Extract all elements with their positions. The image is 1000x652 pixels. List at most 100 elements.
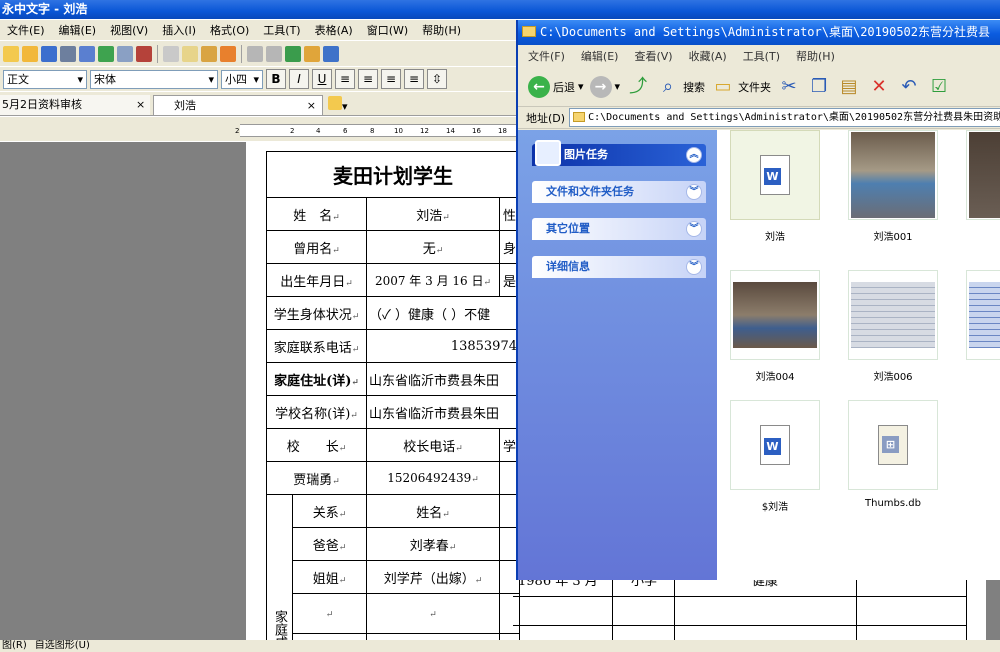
birth-label[interactable]: 出生年月日	[266, 263, 367, 297]
member-relation[interactable]: 姐姐	[292, 560, 367, 594]
member-name[interactable]: 刘学芹（出嫁）	[366, 560, 500, 594]
menu-table[interactable]: 表格(A)	[308, 22, 360, 38]
align-right-icon[interactable]: ≡	[381, 69, 401, 89]
member-name[interactable]: 刘孝春	[366, 527, 500, 561]
redo-icon[interactable]	[266, 45, 282, 62]
forward-button[interactable]: → ▾	[589, 75, 620, 98]
up-folder-icon[interactable]: ⤴	[626, 75, 650, 99]
file-item[interactable]: 刘浩006	[847, 270, 939, 383]
copy-to-icon[interactable]: ❐	[807, 75, 831, 99]
open-icon[interactable]	[22, 45, 38, 62]
cut-icon[interactable]	[163, 45, 179, 62]
chevron-down-icon[interactable]: ︾	[686, 259, 702, 275]
alias-value[interactable]: 无	[366, 230, 500, 264]
document-title[interactable]: 麦田计划学生	[266, 151, 520, 198]
hyperlink-icon[interactable]	[285, 45, 301, 62]
undo-icon[interactable]: ↶	[897, 75, 921, 99]
ex-menu-edit[interactable]: 编辑(E)	[581, 48, 619, 64]
address-value[interactable]: 山东省临沂市费县朱田	[366, 362, 520, 396]
file-item[interactable]: W 刘浩	[729, 130, 821, 243]
address-input[interactable]: C:\Documents and Settings\Administrator\…	[569, 108, 1000, 127]
move-to-icon[interactable]: ✂	[777, 75, 801, 99]
copy-icon[interactable]	[182, 45, 198, 62]
close-icon[interactable]: ×	[307, 96, 316, 116]
chevron-down-icon[interactable]: ︾	[686, 184, 702, 200]
menu-edit[interactable]: 编辑(E)	[52, 22, 104, 38]
tab-review[interactable]: 5月2日资料审核 ×	[0, 95, 150, 115]
principal-label[interactable]: 校 长	[266, 428, 367, 462]
underline-button[interactable]: U	[312, 69, 332, 89]
format-painter-icon[interactable]	[220, 45, 236, 62]
close-icon[interactable]: ×	[136, 95, 145, 115]
file-item[interactable]: 刘浩001	[847, 130, 939, 243]
health-label[interactable]: 学生身体状况	[266, 296, 367, 330]
delete-icon[interactable]: ✕	[867, 75, 891, 99]
chevron-down-icon[interactable]: ︾	[686, 221, 702, 237]
columns-icon[interactable]	[323, 45, 339, 62]
pdf-icon[interactable]	[136, 45, 152, 62]
phone-value[interactable]: 13853974	[366, 329, 520, 363]
line-spacing-icon[interactable]: ⇳	[427, 69, 447, 89]
address-label[interactable]: 家庭住址(详)	[266, 362, 367, 396]
chevron-up-icon[interactable]: ︽	[686, 147, 702, 163]
align-center-icon[interactable]: ≡	[358, 69, 378, 89]
ex-menu-view[interactable]: 查看(V)	[634, 48, 672, 64]
picture-tasks-panel[interactable]: 图片任务 ︽	[532, 140, 706, 166]
menu-format[interactable]: 格式(O)	[203, 22, 256, 38]
style-select[interactable]: 正文 ▾	[3, 69, 87, 89]
justify-icon[interactable]: ≡	[404, 69, 424, 89]
back-button[interactable]: ← 后退 ▾	[528, 75, 584, 98]
undo-icon[interactable]	[247, 45, 263, 62]
school-value[interactable]: 山东省临沂市费县朱田	[366, 395, 520, 429]
paste-icon[interactable]: ▤	[837, 75, 861, 99]
ex-menu-file[interactable]: 文件(F)	[528, 48, 565, 64]
birth-value[interactable]: 2007 年 3 月 16 日	[366, 263, 500, 297]
menu-tools[interactable]: 工具(T)	[256, 22, 307, 38]
principal-phone[interactable]: 15206492439	[366, 461, 500, 495]
paste-icon[interactable]	[201, 45, 217, 62]
health-value[interactable]: （✓ ）健康（ ）不健	[366, 296, 520, 330]
autoshapes-menu[interactable]: 自选图形(U)	[35, 640, 90, 652]
zoom-icon[interactable]	[117, 45, 133, 62]
member-relation[interactable]: 爸爸	[292, 527, 367, 561]
views-icon[interactable]: ☑	[927, 75, 951, 99]
tab-liuhao[interactable]: 刘浩 ×	[153, 95, 323, 115]
name-value[interactable]: 刘浩	[366, 197, 500, 231]
empty-cell[interactable]	[499, 593, 520, 634]
print-icon[interactable]	[79, 45, 95, 62]
italic-button[interactable]: I	[289, 69, 309, 89]
file-item[interactable]: 刘浩004	[729, 270, 821, 383]
phone-label[interactable]: 家庭联系电话	[266, 329, 367, 363]
empty-cell[interactable]	[366, 593, 500, 634]
align-left-icon[interactable]: ≡	[335, 69, 355, 89]
file-item[interactable]: 刘	[965, 130, 1000, 243]
new-doc-icon[interactable]	[3, 45, 19, 62]
name-header[interactable]: 姓名	[366, 494, 500, 528]
explorer-title-bar[interactable]: C:\Documents and Settings\Administrator\…	[518, 20, 1000, 45]
menu-view[interactable]: 视图(V)	[103, 22, 155, 38]
file-item[interactable]: W $刘浩	[729, 400, 821, 513]
relation-header[interactable]: 关系	[292, 494, 367, 528]
file-tasks-panel[interactable]: 文件和文件夹任务 ︾	[532, 181, 706, 203]
ex-menu-favorites[interactable]: 收藏(A)	[689, 48, 727, 64]
details-panel[interactable]: 详细信息 ︾	[532, 256, 706, 278]
size-select[interactable]: 小四 ▾	[221, 69, 263, 89]
name-label[interactable]: 姓 名	[266, 197, 367, 231]
menu-file[interactable]: 文件(E)	[0, 22, 52, 38]
ruler-scale[interactable]: 2 2 4 6 8 10 12 14 16 18	[235, 124, 530, 137]
folders-button[interactable]: ▭ 文件夹	[711, 75, 772, 99]
school-label[interactable]: 学校名称(详)	[266, 395, 367, 429]
menu-help[interactable]: 帮助(H)	[415, 22, 468, 38]
bold-button[interactable]: B	[266, 69, 286, 89]
ex-menu-help[interactable]: 帮助(H)	[796, 48, 835, 64]
draw-menu[interactable]: 图(R)	[2, 640, 27, 652]
file-item[interactable]: 刘	[965, 270, 1000, 383]
font-select[interactable]: 宋体 ▾	[90, 69, 218, 89]
search-button[interactable]: ⌕ 搜索	[656, 75, 705, 99]
table-icon[interactable]	[304, 45, 320, 62]
ex-menu-tools[interactable]: 工具(T)	[743, 48, 780, 64]
menu-insert[interactable]: 插入(I)	[155, 22, 203, 38]
principal-phone-label[interactable]: 校长电话	[366, 428, 500, 462]
menu-window[interactable]: 窗口(W)	[360, 22, 415, 38]
new-tab-button[interactable]: ▾	[328, 96, 352, 114]
